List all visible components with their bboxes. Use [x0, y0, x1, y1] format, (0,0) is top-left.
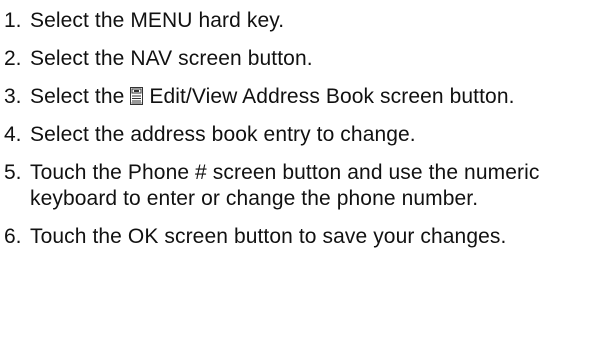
- step-text-before: Select the: [30, 85, 125, 108]
- step-number: 1.: [4, 9, 22, 32]
- step-text: Select the MENU hard key.: [30, 9, 285, 32]
- step-number: 2.: [4, 47, 22, 70]
- step-text: Select the Edit/View Address Book screen…: [30, 84, 611, 110]
- step-4: 4. Select the address book entry to chan…: [0, 122, 611, 148]
- step-number: 4.: [4, 123, 22, 146]
- step-2: 2. Select the NAV screen button.: [0, 46, 611, 72]
- step-number: 5.: [4, 161, 22, 184]
- step-text: Select the address book entry to change.: [30, 123, 416, 146]
- step-3: 3. Select the Edit/View Address Book scr…: [0, 84, 611, 110]
- step-number: 3.: [4, 85, 22, 108]
- step-number: 6.: [4, 225, 22, 248]
- address-book-icon: [130, 87, 144, 105]
- step-6: 6. Touch the OK screen button to save yo…: [0, 224, 611, 250]
- step-text: Touch the OK screen button to save your …: [30, 225, 507, 248]
- step-1: 1. Select the MENU hard key.: [0, 8, 611, 34]
- step-text: Select the NAV screen button.: [30, 47, 313, 70]
- step-text-after: Edit/View Address Book screen button.: [149, 85, 515, 108]
- step-text: Touch the Phone # screen button and use …: [30, 161, 540, 210]
- instruction-list: 1. Select the MENU hard key. 2. Select t…: [0, 8, 611, 250]
- step-5: 5. Touch the Phone # screen button and u…: [0, 160, 611, 212]
